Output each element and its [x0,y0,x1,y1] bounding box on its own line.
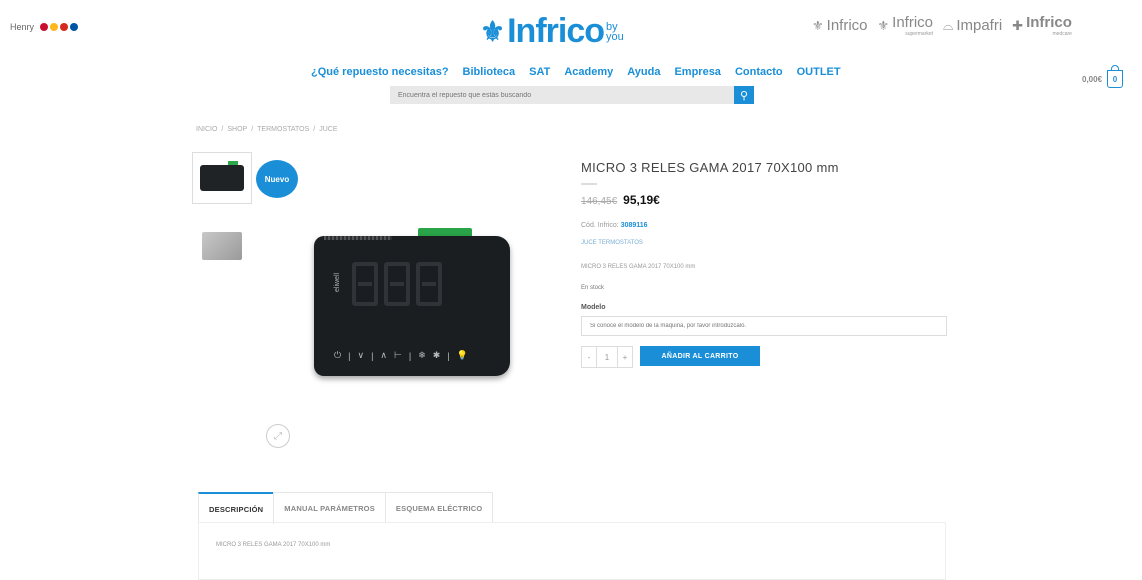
device-keypad: ⏻ | ∨ | ∧ ⊢ | ❄ ✱ | 💡 [334,350,468,361]
breadcrumb-home[interactable]: INICIO [196,126,217,133]
product-thumbnail-2[interactable] [192,220,252,272]
device-ridge [324,236,392,240]
tab-descripcion[interactable]: DESCRIPCIÓN [198,492,275,524]
site-logo[interactable]: ⚜ Infrico by you [480,12,624,51]
tab-esquema-electrico[interactable]: ESQUEMA ELÉCTRICO [384,492,494,523]
cart-count: 0 [1112,74,1118,84]
title-divider [581,183,597,185]
search-bar: ⚲ [390,86,754,104]
nav-item-contacto[interactable]: Contacto [735,66,783,78]
search-input[interactable] [390,86,734,104]
cart-total: 0,00€ [1082,74,1103,84]
brand-infrico-medcare[interactable]: ✚ Infrico medcare [1012,14,1072,37]
cart-link[interactable]: 0,00€ 0 [1082,65,1124,88]
cart-bag-icon: 0 [1107,65,1124,88]
brand-infrico-supermarket[interactable]: ⚜ Infrico supermarket [878,14,934,37]
brand-links: ⚜ Infrico ⚜ Infrico supermarket ⌓ Impafri… [812,14,1072,37]
search-icon: ⚲ [739,89,749,102]
tab-manual-parametros[interactable]: MANUAL PARÁMETROS [273,492,386,523]
quantity-increase-button[interactable]: + [618,347,632,367]
stock-status: En stock [581,285,605,291]
product-tabs: DESCRIPCIÓN MANUAL PARÁMETROS ESQUEMA EL… [198,492,494,524]
tab-panel-content: MICRO 3 RELES GAMA 2017 70X100 mm [216,542,331,548]
user-menu[interactable]: Henry [10,22,79,32]
nav-item-repuesto[interactable]: ¿Qué repuesto necesitas? [311,66,449,78]
logo-text: Infrico [507,12,605,50]
impafri-icon: ⌓ [943,17,954,33]
nav-item-empresa[interactable]: Empresa [674,66,720,78]
expand-icon: ⤢ [274,430,282,442]
display-digit [352,262,378,306]
up-arrow-icon: ∧ [380,350,387,360]
flag-ca-icon[interactable] [50,23,59,31]
product-thumbnail-1[interactable] [192,152,252,204]
zoom-button[interactable]: ⤢ [266,424,290,448]
display-digit [384,262,410,306]
flag-fr-icon[interactable] [70,23,79,31]
thumbnail-controller-image [200,161,244,191]
display-digit [416,262,442,306]
product-code-value: 3089116 [620,222,648,229]
infrico-crown-icon: ⚜ [480,16,505,47]
search-button[interactable]: ⚲ [734,86,754,104]
main-nav: ¿Qué repuesto necesitas? Biblioteca SAT … [311,66,841,78]
nav-item-academy[interactable]: Academy [564,66,613,78]
model-label: Modelo [581,304,606,311]
medcare-cross-icon: ✚ [1012,17,1024,33]
nav-item-ayuda[interactable]: Ayuda [627,66,660,78]
down-arrow-icon: ∨ [357,350,365,360]
sale-price: 95,19€ [623,193,660,207]
user-name: Henry [10,22,35,32]
thumbnail-plate-image [202,232,242,260]
brand-impafri[interactable]: ⌓ Impafri [943,17,1002,34]
brand-infrico[interactable]: ⚜ Infrico [812,17,868,34]
device-brand-label: eliwell [334,272,341,292]
language-flags[interactable] [40,23,79,31]
product-category-link[interactable]: JUCE TERMOSTATOS [581,240,643,246]
aux-icon: ✱ [432,350,441,360]
breadcrumb-shop[interactable]: SHOP [227,126,247,133]
product-short-description: MICRO 3 RELES GAMA 2017 70X100 mm [581,264,696,270]
add-to-cart-button[interactable]: AÑADIR AL CARRITO [640,346,760,366]
product-price: 146,45€ 95,19€ [581,193,660,207]
breadcrumb-category[interactable]: TERMOSTATOS [257,126,309,133]
quantity-stepper: - 1 + [581,346,633,368]
quantity-decrease-button[interactable]: - [582,347,596,367]
light-icon: 💡 [456,350,468,360]
flag-pt-icon[interactable] [60,23,69,31]
product-code: Cód. Infrico: 3089116 [581,222,648,229]
product-title: MICRO 3 RELES GAMA 2017 70X100 mm [581,160,839,175]
device-display [352,262,442,306]
quantity-input[interactable]: 1 [596,347,618,367]
new-badge: Nuevo [256,160,298,198]
breadcrumb: INICIO / SHOP / TERMOSTATOS / JUCE [196,126,338,133]
infrico-crown-icon: ⚜ [812,17,824,33]
old-price: 146,45€ [581,196,618,207]
flag-es-icon[interactable] [40,23,49,31]
defrost-icon: ❄ [418,350,426,360]
model-input[interactable] [581,316,947,336]
power-icon: ⏻ [334,350,342,360]
nav-item-outlet[interactable]: OUTLET [797,66,841,78]
tab-panel [198,522,946,580]
nav-item-biblioteca[interactable]: Biblioteca [463,66,516,78]
breadcrumb-current: JUCE [319,126,338,133]
set-icon: ⊢ [394,350,402,360]
infrico-crown-icon: ⚜ [877,17,890,33]
nav-item-sat[interactable]: SAT [529,66,550,78]
logo-by-you: by you [606,20,624,43]
